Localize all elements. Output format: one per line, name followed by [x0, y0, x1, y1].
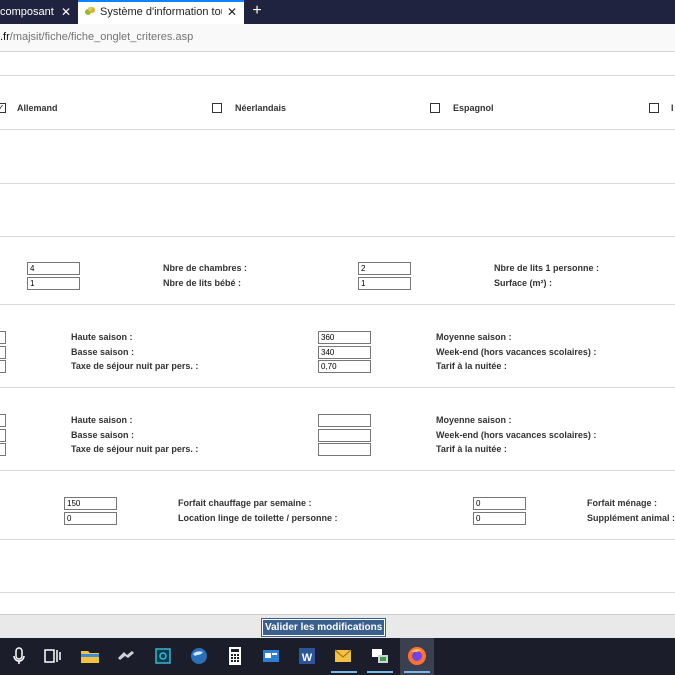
divider [0, 592, 675, 593]
field-label: Nbre de chambres : [163, 263, 248, 273]
haute-saison-input[interactable] [318, 414, 371, 427]
extras-input[interactable]: 150 [64, 497, 117, 510]
basse-saison-input[interactable] [318, 429, 371, 442]
forfait-chauffage-input[interactable]: 0 [473, 497, 526, 510]
field-label: Nbre de lits 1 personne : [494, 263, 600, 273]
tarif-input-partial[interactable] [0, 360, 6, 373]
divider [0, 236, 675, 237]
field-label: Tarif à la nuitée : [436, 361, 507, 371]
basse-saison-input[interactable]: 340 [318, 346, 371, 359]
microphone-icon[interactable] [7, 644, 31, 668]
word-icon[interactable]: W [295, 644, 319, 668]
field-label: Haute saison : [71, 415, 133, 425]
checkbox-allemand[interactable]: ✓ [0, 103, 6, 113]
close-tab-icon[interactable]: ✕ [58, 0, 74, 24]
app-icon[interactable] [114, 644, 138, 668]
tab-title: Système d'information touristique [100, 6, 222, 18]
field-label: Nbre de lits bébé : [163, 278, 242, 288]
svg-text:W: W [302, 652, 313, 664]
divider [0, 183, 675, 184]
firefox-icon[interactable] [405, 644, 429, 668]
field-label: Taxe de séjour nuit par pers. : [71, 361, 199, 371]
page-content: ✓ Allemand Néerlandais Espagnol I 4 1 Nb… [0, 52, 675, 614]
field-label: Location linge de toilette / personne : [178, 513, 338, 523]
nbre-chambres-input[interactable]: 2 [358, 262, 411, 275]
field-label: Haute saison : [71, 332, 133, 342]
checkbox-neerlandais[interactable] [212, 103, 222, 113]
calculator-icon[interactable] [223, 644, 247, 668]
checkbox-italien[interactable] [649, 103, 659, 113]
location-linge-input[interactable]: 0 [473, 512, 526, 525]
taxe-sejour-input[interactable]: 0,70 [318, 360, 371, 373]
language-label: Espagnol [453, 103, 494, 113]
field-label: Forfait ménage : [587, 498, 658, 508]
form-footer: Valider les modifications [0, 614, 675, 638]
field-label: Forfait chauffage par semaine : [178, 498, 312, 508]
url-domain: .fr [0, 31, 10, 43]
tarif-input-partial[interactable] [0, 346, 6, 359]
divider [0, 129, 675, 130]
url-text[interactable]: .fr/majsit/fiche/fiche_onglet_criteres.a… [0, 31, 193, 43]
browser-tab-active[interactable]: Système d'information touristique ✕ [78, 0, 244, 24]
nbre-lits-bebe-input[interactable]: 1 [358, 277, 411, 290]
language-label: Allemand [17, 103, 58, 113]
tarif-input-partial[interactable] [0, 443, 6, 456]
close-tab-icon[interactable]: ✕ [224, 2, 240, 22]
field-label: Basse saison : [71, 430, 135, 440]
tarif-input-partial[interactable] [0, 331, 6, 344]
taxe-sejour-input[interactable] [318, 443, 371, 456]
field-label: Surface (m²) : [494, 278, 553, 288]
submit-button[interactable]: Valider les modifications [260, 618, 387, 637]
field-label: Tarif à la nuitée : [436, 444, 507, 454]
field-label: Supplément animal : [587, 513, 675, 523]
app-icon-2[interactable] [151, 644, 175, 668]
field-label: Basse saison : [71, 347, 135, 357]
field-label: Moyenne saison : [436, 332, 512, 342]
checkbox-espagnol[interactable] [430, 103, 440, 113]
divider [0, 539, 675, 540]
field-label: Week-end (hors vacances scolaires) : [436, 430, 597, 440]
divider [0, 387, 675, 388]
window-icon[interactable] [259, 644, 283, 668]
globe-icon[interactable] [187, 644, 211, 668]
language-label: I [671, 103, 674, 113]
browser-tab-bar: composant Le ✕ Système d'information tou… [0, 0, 675, 24]
url-bar[interactable]: .fr/majsit/fiche/fiche_onglet_criteres.a… [0, 24, 675, 52]
capacity-input[interactable]: 4 [27, 262, 80, 275]
field-label: Moyenne saison : [436, 415, 512, 425]
divider [0, 75, 675, 76]
tarif-input-partial[interactable] [0, 429, 6, 442]
tarif-input-partial[interactable] [0, 414, 6, 427]
divider [0, 470, 675, 471]
active-indicator [404, 671, 430, 673]
browser-tab[interactable]: composant Le ✕ [0, 0, 78, 24]
url-path: /majsit/fiche/fiche_onglet_criteres.asp [9, 31, 194, 43]
active-indicator [367, 671, 393, 673]
capacity-input[interactable]: 1 [27, 277, 80, 290]
tab-title: composant Le [0, 6, 56, 18]
language-label: Néerlandais [235, 103, 287, 113]
haute-saison-input[interactable]: 360 [318, 331, 371, 344]
mail-icon[interactable] [331, 644, 355, 668]
new-tab-button[interactable]: + [248, 0, 266, 24]
taskbar: W [0, 638, 675, 675]
active-indicator [331, 671, 357, 673]
file-explorer-icon[interactable] [78, 644, 102, 668]
network-icon[interactable] [368, 644, 392, 668]
field-label: Week-end (hors vacances scolaires) : [436, 347, 597, 357]
task-view-icon[interactable] [40, 644, 64, 668]
site-favicon-icon [85, 7, 95, 15]
field-label: Taxe de séjour nuit par pers. : [71, 444, 199, 454]
extras-input[interactable]: 0 [64, 512, 117, 525]
divider [0, 304, 675, 305]
